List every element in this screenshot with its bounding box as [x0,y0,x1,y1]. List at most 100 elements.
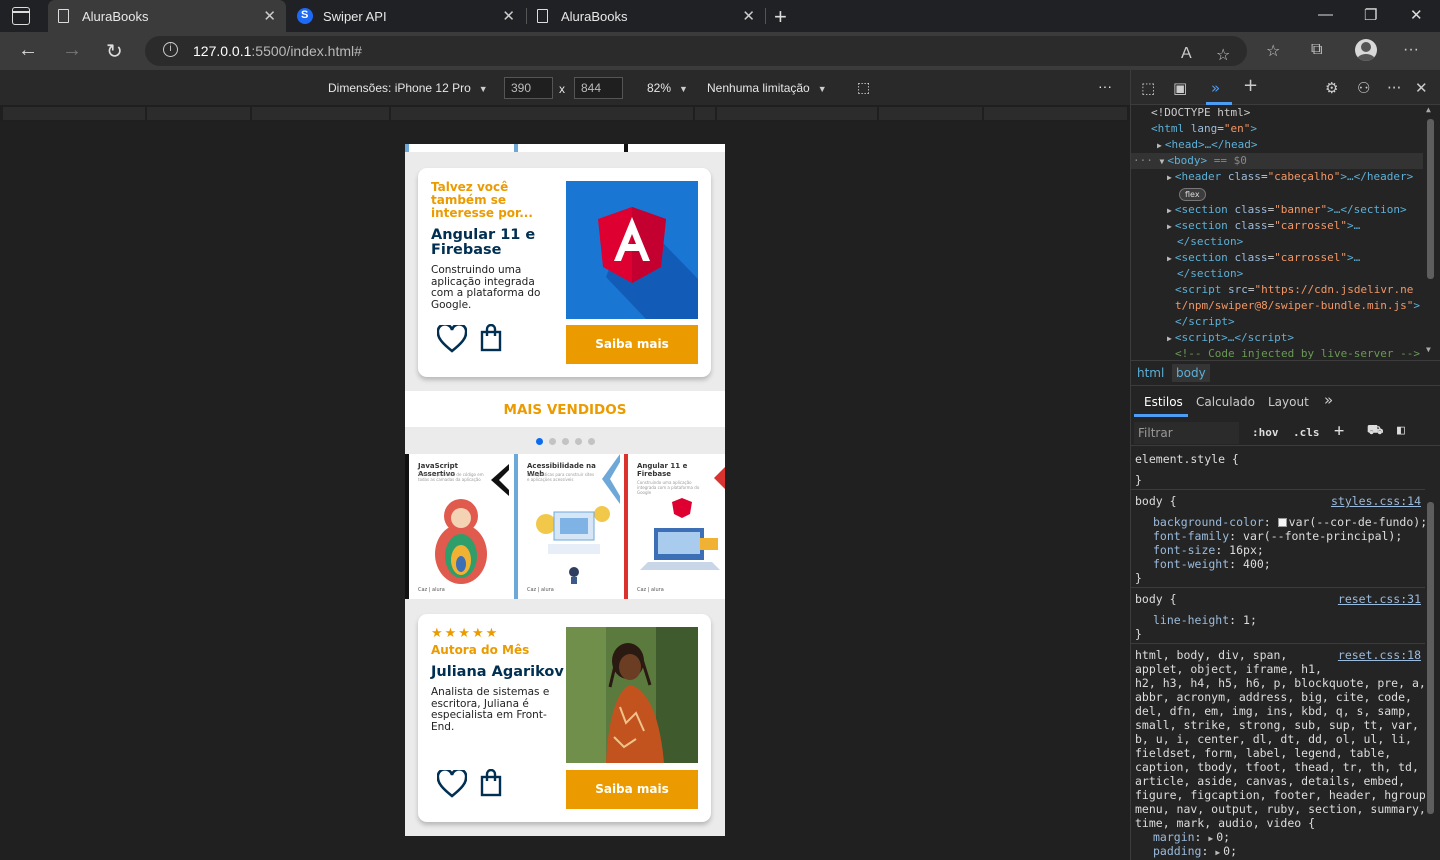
book-cover-accessibility[interactable]: Acessibilidade na Web Boas práticas para… [514,454,620,599]
prop-font-family[interactable]: font-family: var(--fonte-principal); [1153,529,1402,543]
media-query-segment[interactable] [147,107,250,120]
script-swiper-node[interactable]: <script src="https://cdn.jsdelivr.ne [1175,283,1413,297]
new-rule-icon[interactable]: + [1334,421,1344,441]
add-favorite-icon[interactable]: ☆ [1216,45,1230,65]
media-query-segment[interactable] [984,107,1127,120]
styles-rules-pane: element.style { } body { styles.css:14 b… [1131,448,1425,860]
section-carrossel-node-1[interactable]: ▶ <section class="carrossel">… [1167,219,1360,234]
heart-icon[interactable] [437,770,467,798]
add-panel-icon[interactable]: + [1243,75,1258,96]
prop-background-color[interactable]: background-color: var(--cor-de-fundo); [1153,515,1425,529]
prop-font-weight[interactable]: font-weight: 400; [1153,557,1271,571]
breadcrumb-html[interactable]: html [1137,366,1164,380]
device-more-icon[interactable]: ··· [1098,78,1112,94]
settings-gear-icon[interactable]: ⚙ [1325,79,1338,97]
tab-swiper-api[interactable]: Swiper API ✕ [287,0,525,32]
media-query-segment[interactable] [391,107,693,120]
pagination-dot[interactable] [548,438,556,445]
refresh-icon[interactable]: ↻ [106,39,123,64]
class-toggle[interactable]: .cls [1293,426,1320,439]
body-selector[interactable]: body { [1135,494,1177,508]
throttle-select[interactable]: Nenhuma limitação ▼ [707,81,827,95]
doctype-node[interactable]: <!DOCTYPE html> [1151,106,1250,120]
body-selector[interactable]: body { [1135,592,1177,606]
close-window-icon[interactable]: ✕ [1410,6,1423,24]
more-tabs-icon[interactable]: » [1324,391,1333,409]
elements-tab-icon[interactable]: » [1211,79,1220,97]
device-select[interactable]: Dimensões: iPhone 12 Pro ▼ [328,81,488,95]
url-field[interactable]: i 127.0.0.1:5500/index.html# A ☆ [145,36,1247,66]
breadcrumb-body[interactable]: body [1172,364,1210,382]
section-carrossel-node-2[interactable]: ▶ <section class="carrossel">… [1167,251,1360,266]
hover-state-toggle[interactable]: :hov [1252,426,1279,439]
connect-icon[interactable]: ⚇ [1357,79,1370,97]
pagination-dot[interactable] [535,438,543,445]
paint-brush-icon[interactable]: ⛟ [1367,423,1383,440]
shopping-bag-icon[interactable] [480,769,502,797]
prop-font-size[interactable]: font-size: 16px; [1153,543,1264,557]
close-devtools-icon[interactable]: ✕ [1415,79,1428,97]
tab-actions-icon[interactable] [12,7,30,25]
styles-css-link[interactable]: styles.css:14 [1331,494,1421,508]
book-cover-javascript[interactable]: JavaScript Assertivo Testes e qualidade … [405,454,511,599]
close-tab-icon[interactable]: ✕ [263,7,276,25]
body-node[interactable]: ··· ▼ <body> == $0 [1133,154,1247,169]
forward-icon[interactable]: → [62,39,82,62]
inspect-element-icon[interactable]: ⬚ [1141,79,1155,97]
media-query-segment[interactable] [695,107,715,120]
heart-icon[interactable] [437,325,467,353]
zoom-select[interactable]: 82% ▼ [647,81,688,95]
collections-icon[interactable]: ⧉ [1311,41,1322,59]
favorites-icon[interactable]: ☆ [1266,41,1280,61]
shopping-bag-icon[interactable] [480,324,502,352]
color-swatch-icon[interactable] [1277,518,1287,527]
media-query-segment[interactable] [3,107,145,120]
learn-more-button[interactable]: Saiba mais [566,325,698,364]
element-style-selector[interactable]: element.style { [1135,452,1239,466]
book-cover-angular[interactable]: Angular 11 e Firebase Construindo uma ap… [624,454,725,599]
close-tab-icon[interactable]: ✕ [502,7,515,25]
pagination-dot[interactable] [587,438,595,445]
flex-badge[interactable]: flex [1179,188,1206,201]
media-query-segment[interactable] [717,107,877,120]
styles-filter-input[interactable]: Filtrar [1134,422,1239,444]
styles-scrollbar[interactable] [1427,500,1435,860]
site-info-icon[interactable]: i [163,42,178,57]
rotate-icon[interactable]: ⬚ [857,79,870,96]
read-aloud-icon[interactable]: A [1181,45,1192,63]
html-node[interactable]: <html lang="en"> [1151,122,1257,136]
url-text[interactable]: 127.0.0.1:5500/index.html# [193,43,362,59]
back-icon[interactable]: ← [18,39,38,62]
script-inline-node[interactable]: ▶ <script>…</script> [1167,331,1294,346]
tab-alurabooks-1[interactable]: AluraBooks ✕ [48,0,286,32]
settings-more-icon[interactable]: ··· [1403,41,1419,59]
learn-more-button[interactable]: Saiba mais [566,770,698,809]
minimize-icon[interactable]: — [1318,6,1333,23]
tab-alurabooks-2[interactable]: AluraBooks ✕ [527,0,765,32]
profile-avatar[interactable] [1355,39,1377,61]
media-query-segment[interactable] [879,107,982,120]
closing-brace: } [1135,571,1142,585]
reset-css-link[interactable]: reset.css:18 [1338,648,1421,662]
media-query-segment[interactable] [252,107,389,120]
head-node[interactable]: ▶ <head>…</head> [1157,138,1258,153]
new-tab-icon[interactable]: + [774,4,787,30]
device-emulation-icon[interactable]: ▣ [1173,79,1187,97]
close-tab-icon[interactable]: ✕ [742,7,755,25]
header-node[interactable]: ▶ <header class="cabeçalho">…</header> [1167,170,1413,185]
pagination-dot[interactable] [561,438,569,445]
prop-padding[interactable]: padding: ▶ 0; [1153,844,1237,860]
width-input[interactable]: 390 [504,77,553,99]
reset-css-link[interactable]: reset.css:31 [1338,592,1421,606]
tab-computed[interactable]: Calculado [1196,395,1255,409]
section-banner-node[interactable]: ▶ <section class="banner">…</section> [1167,203,1407,218]
computed-sidebar-icon[interactable]: ◧ [1397,423,1405,438]
restore-icon[interactable]: ❐ [1364,6,1377,24]
pagination-dot[interactable] [574,438,582,445]
devtools-more-icon[interactable]: ··· [1387,79,1401,97]
tab-layout[interactable]: Layout [1268,395,1309,409]
prop-line-height[interactable]: line-height: 1; [1153,613,1257,627]
elements-scrollbar[interactable]: ▲ ▼ [1425,105,1435,355]
tab-styles[interactable]: Estilos [1144,395,1183,409]
height-input[interactable]: 844 [574,77,623,99]
